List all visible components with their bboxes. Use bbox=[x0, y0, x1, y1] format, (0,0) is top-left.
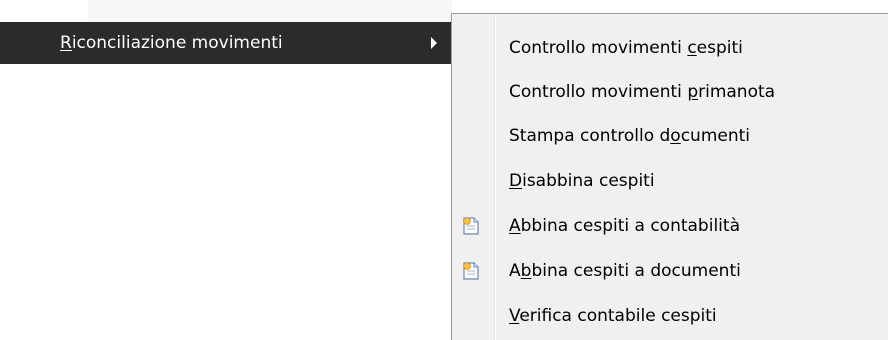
menu-item-riconciliazione-movimenti[interactable]: Riconciliazione movimenti bbox=[0, 22, 452, 64]
menu-item-label: Verifica contabile cespiti bbox=[509, 306, 717, 326]
menu-item-label: Abbina cespiti a documenti bbox=[509, 261, 741, 281]
menu-item-label: Abbina cespiti a contabilità bbox=[509, 216, 740, 236]
menu-item-label: Controllo movimenti primanota bbox=[509, 82, 776, 102]
submenu-arrow-icon bbox=[431, 37, 437, 49]
menu-item-label: Disabbina cespiti bbox=[509, 171, 655, 191]
menu-item-controllo-movimenti-cespiti[interactable]: Controllo movimenti cespiti bbox=[452, 26, 888, 70]
menu-item-abbina-cespiti-a-documenti[interactable]: Abbina cespiti a documenti bbox=[452, 249, 888, 293]
menu-item-disabbina-cespiti[interactable]: Disabbina cespiti bbox=[452, 159, 888, 203]
submenu-riconciliazione: Controllo movimenti cespiti Controllo mo… bbox=[451, 13, 888, 340]
menu-item-label: Controllo movimenti cespiti bbox=[509, 38, 743, 58]
document-star-icon bbox=[462, 261, 480, 281]
menu-item-stampa-controllo-documenti[interactable]: Stampa controllo documenti bbox=[452, 114, 888, 158]
menu-item-label: Stampa controllo documenti bbox=[509, 126, 751, 146]
menu-item-controllo-movimenti-primanota[interactable]: Controllo movimenti primanota bbox=[452, 70, 888, 114]
menu-item-abbina-cespiti-a-contabilita[interactable]: Abbina cespiti a contabilità bbox=[452, 204, 888, 248]
menu-item-label: Riconciliazione movimenti bbox=[60, 33, 283, 53]
parent-menu-background bbox=[88, 0, 452, 22]
menu-item-verifica-contabile-cespiti[interactable]: Verifica contabile cespiti bbox=[452, 294, 888, 338]
document-star-icon bbox=[462, 216, 480, 236]
